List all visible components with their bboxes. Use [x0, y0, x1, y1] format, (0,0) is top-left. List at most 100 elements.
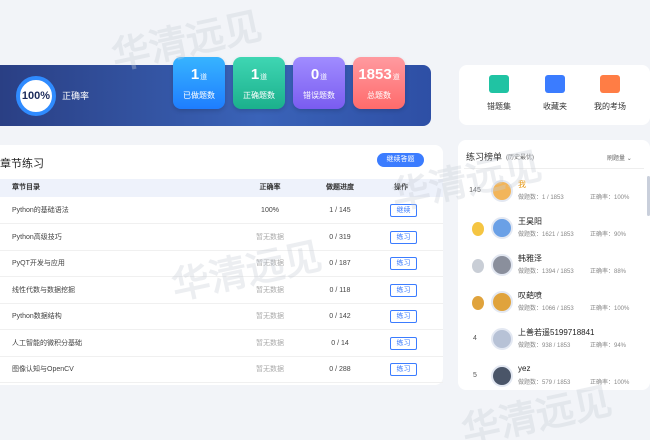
unit: 道 — [260, 74, 268, 81]
chapter-name: 人工智能的微积分基础 — [12, 339, 82, 347]
accuracy-rate: 正确率：88% — [590, 269, 627, 275]
chapter-practice-panel: 章节练习 继续答题 章节目录 正确率 做题进度 操作 Python的基础语法 10… — [0, 145, 443, 385]
wrong-count: 0 — [310, 66, 320, 83]
accuracy-rate: 正确率：90% — [590, 232, 627, 238]
chapter-name: Python的基础语法 — [12, 207, 69, 214]
chapter-progress: 0 / 319 — [329, 233, 351, 241]
chapter-progress: 1 / 145 — [329, 207, 351, 214]
tile-wrong-questions[interactable]: 错题集 — [474, 75, 524, 112]
practice-button[interactable]: 练习 — [390, 283, 417, 297]
chevron-down-icon: ⌄ — [626, 156, 632, 162]
ranking-item: 叹葩喷做题数：1066 / 1853 正确率：100% — [458, 287, 650, 323]
tile-label: 我的考场 — [594, 102, 626, 111]
done-count: 做题数：1394 / 1853 — [518, 269, 574, 275]
done-count: 1 — [190, 66, 200, 83]
user-name: 我 — [518, 180, 526, 189]
done-count: 做题数：1621 / 1853 — [518, 232, 574, 238]
correct-label: 正确题数 — [243, 91, 275, 100]
chapter-progress: 0 / 288 — [329, 366, 351, 373]
tile-label: 收藏夹 — [543, 102, 567, 111]
accuracy-label: 正确率 — [62, 91, 90, 101]
done-count: 做题数：1066 / 1853 — [518, 306, 574, 312]
total-count: 1853 — [358, 66, 392, 83]
chapter-name: PyQT开发与应用 — [12, 260, 65, 267]
ranking-panel: 练习榜单 (历史最优) 刷题量 ⌄ 145 我做题数：1 / 1853 正确率：10… — [458, 140, 650, 390]
unit: 道 — [392, 74, 400, 81]
practice-button[interactable]: 练习 — [390, 310, 417, 323]
ranking-item: 王昊阳做题数：1621 / 1853 正确率：90% — [458, 213, 650, 249]
accuracy-value: 100% — [21, 90, 51, 102]
table-row: Python数据结构 暂无数据 0 / 142 练习 — [0, 303, 443, 330]
done-label: 已做题数 — [183, 91, 215, 100]
medal-icon — [472, 259, 484, 273]
total-label: 总题数 — [367, 91, 391, 100]
ranking-item: 145 我做题数：1 / 1853 正确率：100% — [458, 176, 650, 212]
done-count: 做题数：579 / 1853 — [518, 380, 571, 386]
ranking-item: 4 上善若遥5199718841 做题数：938 / 1853 正确率：94% — [458, 324, 650, 360]
chapter-accuracy: 暂无数据 — [256, 313, 284, 320]
table-row: 图像认知与OpenCV 暂无数据 0 / 288 练习 — [0, 356, 443, 383]
table-row: 线性代数与数据挖掘 暂无数据 0 / 118 练习 — [0, 277, 443, 304]
rank-position: 4 — [473, 335, 477, 342]
user-name: 王昊阳 — [518, 217, 542, 226]
section-title: 章节练习 — [0, 158, 44, 170]
table-row: 人工智能的微积分基础 暂无数据 0 / 14 练习 — [0, 330, 443, 357]
chapter-accuracy: 暂无数据 — [256, 366, 284, 373]
chapter-accuracy: 暂无数据 — [256, 286, 284, 294]
wrong-label: 错误题数 — [303, 91, 335, 100]
header-action: 操作 — [394, 184, 408, 191]
done-count-card: 1道 已做题数 — [173, 57, 225, 109]
chapter-name: 图像认知与OpenCV — [12, 366, 74, 373]
practice-button[interactable]: 继续 — [390, 204, 417, 217]
chapter-accuracy: 暂无数据 — [256, 233, 284, 241]
favorites-folder-icon — [545, 75, 565, 93]
chapter-progress: 0 / 187 — [329, 260, 351, 267]
practice-button[interactable]: 练习 — [390, 230, 417, 244]
practice-button[interactable]: 练习 — [390, 336, 417, 350]
table-row: PyQT开发与应用 暂无数据 0 / 187 练习 — [0, 250, 443, 277]
tile-label: 错题集 — [487, 102, 511, 111]
ranking-item: 韩雅泽做题数：1394 / 1853 正确率：88% — [458, 250, 650, 286]
medal-icon — [472, 222, 484, 236]
tile-my-exam[interactable]: 我的考场 — [585, 75, 635, 112]
accuracy-rate: 正确率：100% — [590, 195, 630, 201]
avatar — [491, 291, 513, 313]
avatar — [491, 365, 513, 387]
chapter-name: Python高级技巧 — [12, 233, 62, 241]
wrong-questions-icon — [489, 75, 509, 93]
sort-label: 刷题量 — [607, 156, 626, 162]
table-row: Python的基础语法 100% 1 / 145 继续 — [0, 197, 443, 224]
accuracy-ring: 100% — [16, 76, 56, 116]
header-progress: 做题进度 — [326, 184, 354, 191]
user-name: 韩雅泽 — [518, 254, 542, 263]
my-exam-icon — [600, 75, 620, 93]
avatar — [491, 254, 513, 276]
correct-count-card: 1道 正确题数 — [233, 57, 285, 109]
user-name: 叹葩喷 — [518, 291, 542, 300]
sort-dropdown[interactable]: 刷题量 ⌄ — [607, 153, 632, 162]
accuracy-rate: 正确率：100% — [590, 380, 630, 386]
header-chapter: 章节目录 — [12, 184, 40, 191]
rank-position: 145 — [469, 187, 481, 194]
tile-favorites[interactable]: 收藏夹 — [530, 75, 580, 112]
table-header: 章节目录 正确率 做题进度 操作 — [0, 179, 443, 197]
continue-answering-button[interactable]: 继续答题 — [377, 153, 424, 167]
user-name: yez — [518, 364, 531, 373]
avatar — [491, 180, 513, 202]
avatar — [491, 328, 513, 350]
practice-button[interactable]: 练习 — [390, 363, 417, 376]
accuracy-rate: 正确率：100% — [590, 306, 630, 312]
avatar — [491, 217, 513, 239]
ranking-title: 练习榜单 — [466, 152, 503, 162]
done-count: 做题数：938 / 1853 — [518, 343, 571, 349]
divider — [464, 168, 644, 169]
practice-button[interactable]: 练习 — [390, 257, 417, 270]
chapter-accuracy: 100% — [261, 207, 279, 214]
rank-position: 5 — [473, 372, 477, 379]
wrong-count-card: 0道 错误题数 — [293, 57, 345, 109]
done-count: 做题数：1 / 1853 — [518, 195, 564, 201]
chapter-progress: 0 / 142 — [329, 313, 351, 320]
accuracy-rate: 正确率：94% — [590, 343, 627, 349]
ranking-subtitle: (历史最优) — [506, 155, 534, 161]
unit: 道 — [200, 74, 208, 81]
